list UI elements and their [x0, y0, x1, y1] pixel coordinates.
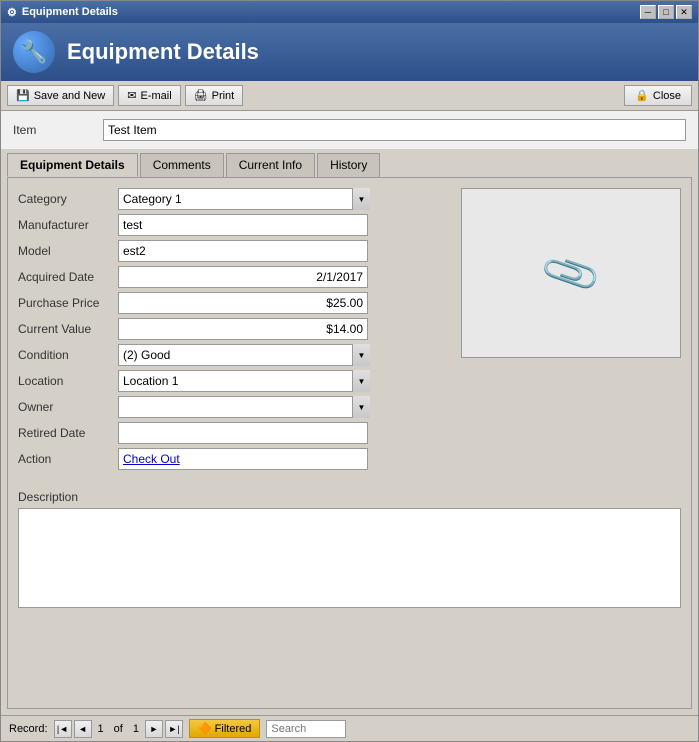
acquired-date-label: Acquired Date: [18, 270, 118, 284]
model-input[interactable]: [118, 240, 368, 262]
filter-icon: 🔶: [198, 722, 212, 735]
retired-date-row: Retired Date: [18, 422, 441, 444]
print-icon: 🖨: [194, 89, 208, 102]
current-value-input[interactable]: [118, 318, 368, 340]
header-section: 🔧 Equipment Details: [1, 23, 698, 81]
description-textarea[interactable]: [18, 508, 681, 608]
first-record-button[interactable]: |◄: [54, 720, 72, 738]
form-section: Category Category 1 Category 2 ▼ Manufac…: [18, 188, 681, 474]
next-record-button[interactable]: ►: [145, 720, 163, 738]
window-icon: ⚙: [7, 6, 17, 19]
tab-content: Category Category 1 Category 2 ▼ Manufac…: [7, 177, 692, 709]
owner-label: Owner: [18, 400, 118, 414]
print-button[interactable]: 🖨 Print: [185, 85, 244, 106]
main-window: ⚙ Equipment Details ─ □ ✕ 🔧 Equipment De…: [0, 0, 699, 742]
search-input[interactable]: [266, 720, 346, 738]
record-current: 1: [94, 723, 108, 735]
last-record-button[interactable]: ►|: [165, 720, 183, 738]
email-label: E-mail: [140, 90, 171, 102]
title-bar-controls: ─ □ ✕: [640, 5, 692, 19]
close-window-button[interactable]: ✕: [676, 5, 692, 19]
action-label: Action: [18, 452, 118, 466]
window-title: Equipment Details: [22, 6, 118, 18]
item-input[interactable]: [103, 119, 686, 141]
action-row: Action Check Out: [18, 448, 441, 470]
description-section: Description: [18, 490, 681, 611]
item-label: Item: [13, 123, 93, 137]
description-label: Description: [18, 490, 681, 504]
category-select[interactable]: Category 1 Category 2: [118, 188, 370, 210]
save-and-new-button[interactable]: 💾 Save and New: [7, 85, 114, 106]
category-select-wrapper: Category 1 Category 2 ▼: [118, 188, 370, 210]
purchase-price-label: Purchase Price: [18, 296, 118, 310]
header-icon-glyph: 🔧: [20, 39, 47, 65]
close-button[interactable]: 🔒 Close: [624, 85, 692, 106]
image-box: 📎: [461, 188, 681, 358]
tab-current-info[interactable]: Current Info: [226, 153, 315, 177]
paperclip-icon: 📎: [538, 240, 605, 306]
email-button[interactable]: ✉ E-mail: [118, 85, 180, 106]
tab-equipment-details[interactable]: Equipment Details: [7, 153, 138, 177]
status-bar: Record: |◄ ◄ 1 of 1 ► ►| 🔶 Filtered: [1, 715, 698, 741]
location-label: Location: [18, 374, 118, 388]
filtered-button[interactable]: 🔶 Filtered: [189, 719, 260, 738]
title-bar-left: ⚙ Equipment Details: [7, 6, 118, 19]
form-fields: Category Category 1 Category 2 ▼ Manufac…: [18, 188, 441, 474]
action-field: Check Out: [118, 448, 368, 470]
retired-date-label: Retired Date: [18, 426, 118, 440]
condition-select[interactable]: (1) Excellent (2) Good (3) Fair (4) Poor: [118, 344, 370, 366]
location-row: Location Location 1 Location 2 ▼: [18, 370, 441, 392]
record-total: 1: [129, 723, 143, 735]
tab-history[interactable]: History: [317, 153, 380, 177]
current-value-label: Current Value: [18, 322, 118, 336]
tab-comments[interactable]: Comments: [140, 153, 224, 177]
current-value-row: Current Value: [18, 318, 441, 340]
owner-row: Owner ▼: [18, 396, 441, 418]
tabs-container: Equipment Details Comments Current Info …: [1, 149, 698, 715]
manufacturer-row: Manufacturer: [18, 214, 441, 236]
save-and-new-label: Save and New: [34, 90, 106, 102]
manufacturer-input[interactable]: [118, 214, 368, 236]
header-icon: 🔧: [13, 31, 55, 73]
model-row: Model: [18, 240, 441, 262]
prev-record-button[interactable]: ◄: [74, 720, 92, 738]
category-label: Category: [18, 192, 118, 206]
print-label: Print: [212, 90, 235, 102]
check-out-link[interactable]: Check Out: [123, 452, 180, 466]
item-row: Item: [1, 111, 698, 149]
condition-select-wrapper: (1) Excellent (2) Good (3) Fair (4) Poor…: [118, 344, 370, 366]
owner-select[interactable]: [118, 396, 370, 418]
save-icon: 💾: [16, 89, 30, 102]
purchase-price-input[interactable]: [118, 292, 368, 314]
close-lock-icon: 🔒: [635, 89, 649, 102]
restore-button[interactable]: □: [658, 5, 674, 19]
condition-row: Condition (1) Excellent (2) Good (3) Fai…: [18, 344, 441, 366]
header-title: Equipment Details: [67, 39, 259, 65]
location-select-wrapper: Location 1 Location 2 ▼: [118, 370, 370, 392]
model-label: Model: [18, 244, 118, 258]
acquired-date-input[interactable]: [118, 266, 368, 288]
record-nav: |◄ ◄ 1 of 1 ► ►|: [54, 720, 183, 738]
tabs-header: Equipment Details Comments Current Info …: [7, 153, 692, 177]
retired-date-input[interactable]: [118, 422, 368, 444]
minimize-button[interactable]: ─: [640, 5, 656, 19]
category-row: Category Category 1 Category 2 ▼: [18, 188, 441, 210]
close-label: Close: [653, 90, 681, 102]
record-label: Record:: [9, 723, 48, 735]
acquired-date-row: Acquired Date: [18, 266, 441, 288]
manufacturer-label: Manufacturer: [18, 218, 118, 232]
toolbar: 💾 Save and New ✉ E-mail 🖨 Print 🔒 Close: [1, 81, 698, 111]
record-of: of: [110, 723, 127, 735]
filtered-label: Filtered: [215, 723, 252, 735]
title-bar: ⚙ Equipment Details ─ □ ✕: [1, 1, 698, 23]
email-icon: ✉: [127, 89, 136, 102]
owner-select-wrapper: ▼: [118, 396, 370, 418]
location-select[interactable]: Location 1 Location 2: [118, 370, 370, 392]
purchase-price-row: Purchase Price: [18, 292, 441, 314]
condition-label: Condition: [18, 348, 118, 362]
